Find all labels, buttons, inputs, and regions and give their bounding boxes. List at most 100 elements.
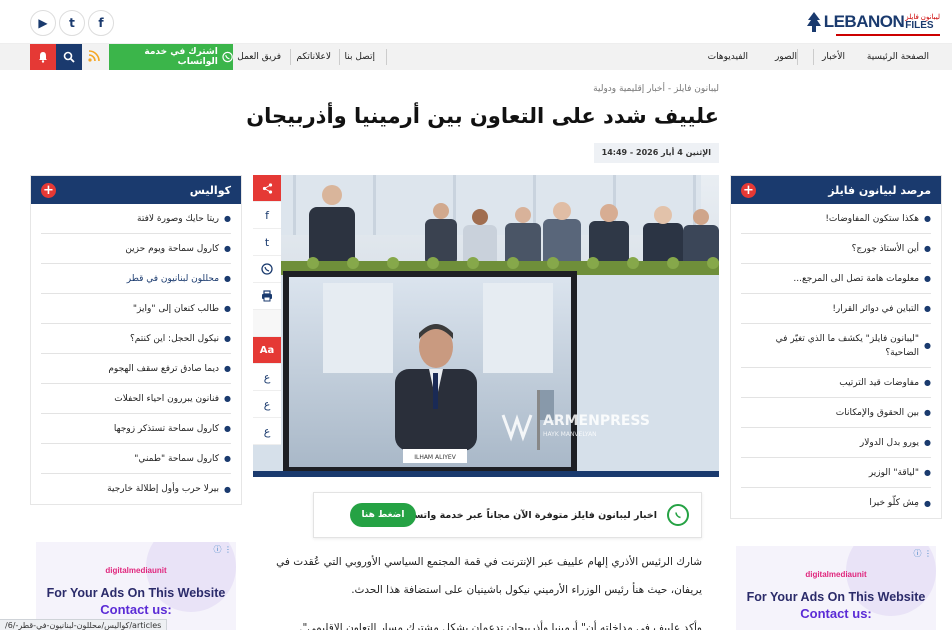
list-item[interactable]: ● كارول سماحة تستذكر زوجها <box>41 414 231 444</box>
whatsapp-banner-button[interactable]: اضغط هنا <box>350 503 416 527</box>
list-item-label: مفاوضات قيد الترتيب <box>839 377 920 388</box>
list-item[interactable]: ● "ليبانون فايلز" يكشف ما الذي تغيّر في ا… <box>741 324 931 368</box>
twitter-icon[interactable]: t <box>59 10 85 36</box>
article-paragraph: وأكد علييف في مداخلته أن" أرمينيا وأذربي… <box>299 622 702 630</box>
rss-icon[interactable] <box>87 50 101 64</box>
bullet-icon: ● <box>224 334 231 343</box>
list-item[interactable]: ● نيكول الحجل: اين كنتم؟ <box>41 324 231 354</box>
list-item[interactable]: ● بيرلا حرب وأول إطلالة خارجية <box>41 474 231 504</box>
list-item-label: كارول سماحة ويوم حزين <box>125 243 220 254</box>
youtube-icon[interactable]: ▶ <box>30 10 56 36</box>
whatsapp-subscribe-button[interactable]: اشترك في خدمة الواتساب <box>109 44 233 70</box>
bullet-icon: ● <box>224 394 231 403</box>
article-date: الإثنين 4 أيار 2026 - 14:49 <box>593 143 719 163</box>
nav-team[interactable]: فريق العمل <box>237 44 281 70</box>
bell-icon[interactable] <box>30 44 56 70</box>
ad-info-icon[interactable]: ⓘ ⋮ <box>913 548 932 559</box>
list-item-label: "ليبانون فايلز" يكشف ما الذي تغيّر في ال… <box>775 333 920 358</box>
font-option-2[interactable]: ع <box>253 391 281 418</box>
photo-watermark: ARMENPRESS <box>543 413 650 429</box>
article-photo[interactable]: ILHAM ALIYEV ARMENPRESS HAYK MANVELYAN <box>253 175 719 477</box>
bullet-icon: ● <box>224 364 231 373</box>
ad-info-icon[interactable]: ⓘ ⋮ <box>213 544 232 555</box>
share-icon[interactable] <box>253 175 281 202</box>
list-item[interactable]: ● محللون لبنانيون في قطر <box>41 264 231 294</box>
ad-banner-left[interactable]: ⓘ ⋮ digitalmediaunit For Your Ads On Thi… <box>36 542 236 630</box>
sidebar-observatory-header: مرصد لبيانون فايلز + <box>731 176 941 204</box>
font-option-1[interactable]: ع <box>253 364 281 391</box>
nav-home[interactable]: الصفحة الرئيسية <box>867 44 929 70</box>
sidebar-observatory-list: ● هكذا ستكون المفاوضات! ● أين الأستاذ جورج… <box>731 204 941 518</box>
nav-photos[interactable]: الصور <box>775 44 797 70</box>
nav-news[interactable]: الأخبار <box>822 44 845 70</box>
list-item[interactable]: ● كارول سماحة ويوم حزين <box>41 234 231 264</box>
list-item-label: أين الأستاذ جورج؟ <box>851 243 920 254</box>
list-item-label: التباين في دوائر القرار! <box>832 303 920 314</box>
list-item[interactable]: ● "لياقة" الوزير <box>741 458 931 488</box>
bullet-icon: ● <box>924 378 931 387</box>
print-icon[interactable] <box>253 283 281 310</box>
ad-brand: digitalmediaunit <box>805 570 867 579</box>
whatsapp-icon <box>667 504 689 526</box>
list-item-label: محللون لبنانيون في قطر <box>126 273 220 284</box>
list-item[interactable]: ● يورو بدل الدولار <box>741 428 931 458</box>
list-item[interactable]: ● فنانون يبررون احياء الحفلات <box>41 384 231 414</box>
bullet-icon: ● <box>224 304 231 313</box>
ad-banner-right[interactable]: ⓘ ⋮ digitalmediaunit For Your Ads On Thi… <box>736 546 936 630</box>
search-icon[interactable] <box>56 44 82 70</box>
plus-icon[interactable]: + <box>41 182 56 198</box>
bullet-icon: ● <box>924 274 931 283</box>
nav-divider <box>339 49 340 65</box>
whatsapp-share-icon[interactable] <box>253 256 281 283</box>
list-item[interactable]: ● مِش كلّو خيرا <box>741 488 931 518</box>
logo-word: LEBANON <box>823 12 905 31</box>
nav-contact[interactable]: إتصل بنا <box>345 44 375 70</box>
list-item[interactable]: ● بين الحقوق والإمكانات <box>741 398 931 428</box>
facebook-share-icon[interactable]: f <box>253 202 281 229</box>
bullet-icon: ● <box>924 468 931 477</box>
logo-sub-files: FILES <box>905 20 934 31</box>
browser-status-bar: /كواليس/محللون-لبنانيون-في-قطر-/6/articl… <box>0 619 168 630</box>
nav-advertise[interactable]: لاعلاناتكم <box>296 44 331 70</box>
list-item[interactable]: ● مفاوضات قيد الترتيب <box>741 368 931 398</box>
bullet-icon: ● <box>224 274 231 283</box>
ad-line2: Contact us: <box>800 606 872 621</box>
nav-divider <box>290 49 291 65</box>
facebook-icon[interactable]: f <box>88 10 114 36</box>
breadcrumb[interactable]: ليبانون فايلز - أخبار إقليمية ودولية <box>593 84 719 94</box>
list-item-label: مِش كلّو خيرا <box>869 498 920 508</box>
list-item[interactable]: ● أين الأستاذ جورج؟ <box>741 234 931 264</box>
nav-divider <box>813 49 814 65</box>
sidebar-backstage-title: كواليس <box>189 183 231 197</box>
font-option-3[interactable]: ع <box>253 418 281 445</box>
bullet-icon: ● <box>924 214 931 223</box>
font-size-button[interactable]: Aa <box>253 337 281 364</box>
ad-line1: For Your Ads On This Website <box>46 586 226 600</box>
nav-videos[interactable]: الفيديوهات <box>708 44 748 70</box>
ad-line2: Contact us: <box>100 602 172 617</box>
list-item[interactable]: ● كارول سماحة "طمني" <box>41 444 231 474</box>
twitter-share-icon[interactable]: t <box>253 229 281 256</box>
list-item[interactable]: ● ديما صادق ترفع سقف الهجوم <box>41 354 231 384</box>
list-item[interactable]: ● التباين في دوائر القرار! <box>741 294 931 324</box>
list-item-label: طالب كنعان إلى "وايز" <box>132 303 220 314</box>
logo-sub: ليبانون فايلز FILES <box>905 14 940 31</box>
list-item[interactable]: ● هكذا ستكون المفاوضات! <box>741 204 931 234</box>
list-item-label: ديما صادق ترفع سقف الهجوم <box>108 363 220 374</box>
list-item-label: بين الحقوق والإمكانات <box>835 407 920 418</box>
cedar-logo-icon <box>806 12 821 32</box>
list-item[interactable]: ● معلومات هامة تصل الى المرجع... <box>741 264 931 294</box>
photo-watermark-sub: HAYK MANVELYAN <box>543 431 597 438</box>
bullet-icon: ● <box>224 214 231 223</box>
bullet-icon: ● <box>924 340 931 350</box>
list-item[interactable]: ● ريتا حايك وصورة لافتة <box>41 204 231 234</box>
whatsapp-icon <box>222 51 233 63</box>
list-item[interactable]: ● طالب كنعان إلى "وايز" <box>41 294 231 324</box>
bullet-icon: ● <box>224 484 231 494</box>
list-item-label: كارول سماحة تستذكر زوجها <box>113 423 220 434</box>
page-title: علييف شدد على التعاون بين أرمينيا وأذربي… <box>246 104 719 128</box>
list-item-label: هكذا ستكون المفاوضات! <box>825 213 920 224</box>
plus-icon[interactable]: + <box>741 182 756 198</box>
sidebar-observatory: مرصد لبيانون فايلز + ● هكذا ستكون المفاوض… <box>730 175 942 519</box>
site-logo[interactable]: LEBANON ليبانون فايلز FILES <box>806 8 940 36</box>
